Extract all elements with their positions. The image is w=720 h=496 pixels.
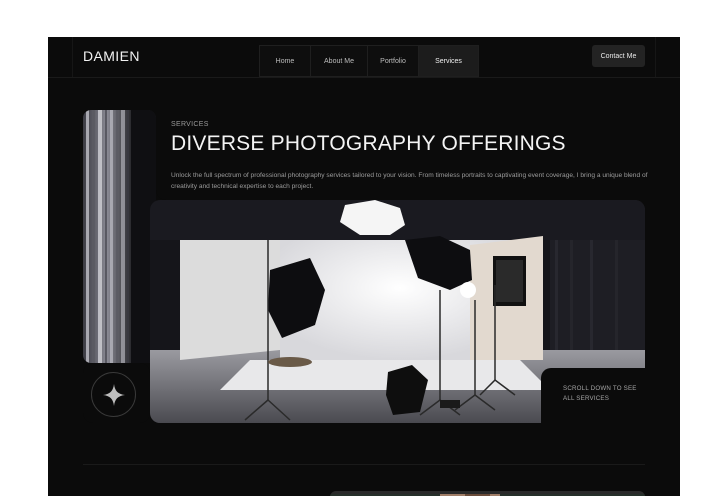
star-button[interactable]: [91, 372, 136, 417]
curtain-illustration: [83, 110, 156, 363]
page-frame: DAMIEN Home About Me Portfolio Services …: [48, 37, 680, 496]
contact-me-button[interactable]: Contact Me: [592, 45, 645, 67]
scroll-hint-line1: SCROLL DOWN TO SEE: [563, 385, 637, 392]
nav-grid-line: [72, 37, 73, 77]
intro-paragraph: Unlock the full spectrum of professional…: [171, 172, 648, 190]
main-nav: Home About Me Portfolio Services: [259, 45, 479, 77]
scroll-hint-line2: ALL SERVICES: [563, 395, 610, 402]
scroll-hint[interactable]: SCROLL DOWN TO SEE ALL SERVICES: [563, 384, 643, 404]
page-title: DIVERSE PHOTOGRAPHY OFFERINGS: [171, 132, 566, 155]
top-navbar: DAMIEN Home About Me Portfolio Services …: [48, 37, 680, 78]
nav-services[interactable]: Services: [419, 46, 478, 76]
brand-logo[interactable]: DAMIEN: [83, 48, 140, 64]
next-section-image: [330, 491, 645, 496]
nav-home[interactable]: Home: [260, 46, 311, 76]
four-point-star-icon: [102, 383, 125, 406]
section-divider: [83, 464, 645, 465]
nav-portfolio[interactable]: Portfolio: [368, 46, 419, 76]
curtain-image: [83, 110, 156, 363]
section-label: SERVICES: [171, 121, 209, 128]
nav-grid-line: [655, 37, 656, 77]
nav-about-me[interactable]: About Me: [311, 46, 368, 76]
